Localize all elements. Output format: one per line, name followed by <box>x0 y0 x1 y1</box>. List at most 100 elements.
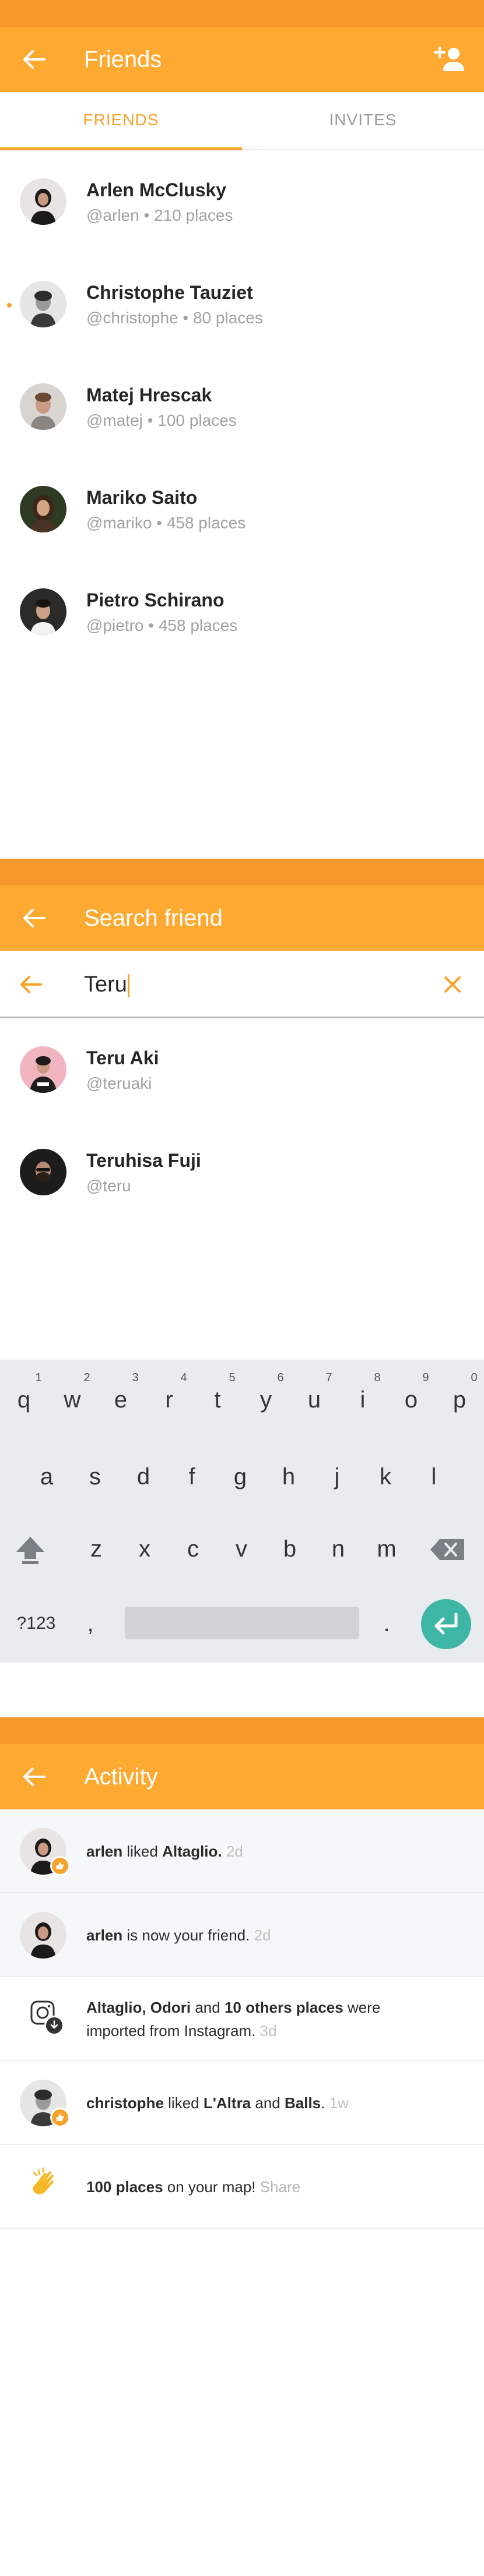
activity-text: Altaglio, Odori and 10 others places wer… <box>86 1999 381 2039</box>
avatar <box>20 1912 66 1959</box>
close-icon[interactable] <box>443 975 462 994</box>
search-bar: Teru <box>0 951 484 1018</box>
key-f[interactable]: f <box>171 1456 212 1497</box>
app-bar: Search friend <box>0 885 484 951</box>
key-j[interactable]: j <box>317 1456 357 1497</box>
key-g[interactable]: g <box>220 1456 261 1497</box>
activity-text: arlen liked Altaglio. 2d <box>86 1843 243 1860</box>
result-handle: @teruaki <box>86 1074 152 1092</box>
like-badge-icon <box>50 2108 70 2127</box>
friend-name: Matej Hrescak <box>86 384 212 405</box>
friend-name: Pietro Schirano <box>86 590 225 611</box>
enter-key[interactable] <box>421 1599 471 1649</box>
key-l[interactable]: l <box>413 1456 454 1497</box>
activity-text: arlen is now your friend. 2d <box>86 1926 271 1944</box>
friend-meta: @arlen • 210 places <box>86 206 233 224</box>
avatar <box>20 588 66 635</box>
key-h[interactable]: h <box>268 1456 309 1497</box>
space-key[interactable] <box>125 1607 359 1639</box>
avatar <box>20 1046 66 1093</box>
key-p[interactable]: p <box>439 1379 480 1420</box>
on-screen-keyboard: 1 2 3 4 5 6 7 8 9 0 q w e r t y u i o p … <box>0 1360 484 1663</box>
shift-icon[interactable] <box>14 1533 47 1566</box>
key-w[interactable]: w <box>52 1379 93 1420</box>
download-badge-icon <box>44 2016 64 2035</box>
friends-screen: Friends FRIENDS INVITES Arlen McClusky @… <box>0 0 484 859</box>
search-screen: Search friend Teru Teru Aki @teruaki Ter… <box>0 859 484 1717</box>
share-link[interactable]: Share <box>260 2178 300 2196</box>
back-arrow-icon[interactable] <box>22 1766 45 1787</box>
page-title: Search friend <box>84 905 223 931</box>
result-handle: @teru <box>86 1177 131 1195</box>
friend-row[interactable]: Christophe Tauziet @christophe • 80 plac… <box>0 253 484 355</box>
friend-name: Arlen McClusky <box>86 179 227 200</box>
key-v[interactable]: v <box>221 1529 262 1569</box>
search-result-row[interactable]: Teru Aki @teruaki <box>0 1018 484 1121</box>
activity-item[interactable]: arlen is now your friend. 2d <box>0 1893 484 1977</box>
back-arrow-icon[interactable] <box>22 49 45 70</box>
app-bar: Friends <box>0 27 484 92</box>
enter-icon <box>434 1612 458 1635</box>
activity-text: 100 places on your map! Share <box>86 2178 301 2196</box>
key-m[interactable]: m <box>366 1529 407 1569</box>
key-x[interactable]: x <box>124 1529 165 1569</box>
text-cursor <box>127 973 129 997</box>
avatar <box>20 383 66 430</box>
friend-name: Christophe Tauziet <box>86 282 253 303</box>
result-name: Teru Aki <box>86 1047 159 1068</box>
avatar <box>20 281 66 327</box>
friend-row[interactable]: Mariko Saito @mariko • 458 places <box>0 458 484 560</box>
page-title: Activity <box>84 1764 158 1790</box>
app-bar: Activity <box>0 1744 484 1809</box>
tab-bar: FRIENDS INVITES <box>0 92 484 150</box>
symbols-key[interactable]: ?123 <box>8 1603 64 1644</box>
key-a[interactable]: a <box>26 1456 67 1497</box>
friend-meta: @pietro • 458 places <box>86 616 238 634</box>
backspace-icon[interactable] <box>429 1538 467 1561</box>
tab-invites[interactable]: INVITES <box>242 92 484 149</box>
key-r[interactable]: r <box>149 1379 190 1420</box>
key-b[interactable]: b <box>269 1529 310 1569</box>
activity-item[interactable]: 100 places on your map! Share <box>0 2145 484 2229</box>
key-z[interactable]: z <box>76 1529 117 1569</box>
friend-name: Mariko Saito <box>86 487 198 508</box>
search-result-row[interactable]: Teruhisa Fuji @teru <box>0 1121 484 1223</box>
active-indicator <box>7 303 12 308</box>
period-key[interactable]: . <box>372 1603 401 1644</box>
friend-row[interactable]: Arlen McClusky @arlen • 210 places <box>0 150 484 253</box>
key-c[interactable]: c <box>173 1529 213 1569</box>
like-badge-icon <box>50 1856 70 1876</box>
activity-item[interactable]: arlen liked Altaglio. 2d <box>0 1809 484 1893</box>
key-i[interactable]: i <box>342 1379 383 1420</box>
key-n[interactable]: n <box>318 1529 359 1569</box>
search-input[interactable]: Teru <box>84 951 129 1018</box>
key-u[interactable]: u <box>294 1379 335 1420</box>
avatar <box>20 486 66 532</box>
friend-meta: @christophe • 80 places <box>86 309 263 327</box>
avatar <box>20 1149 66 1195</box>
friend-meta: @mariko • 458 places <box>86 514 246 532</box>
add-person-icon[interactable] <box>432 44 464 73</box>
key-t[interactable]: t <box>197 1379 238 1420</box>
key-d[interactable]: d <box>123 1456 164 1497</box>
activity-screen: Activity arlen liked Altaglio. 2d arlen … <box>0 1717 484 2576</box>
key-e[interactable]: e <box>100 1379 141 1420</box>
key-y[interactable]: y <box>245 1379 286 1420</box>
tab-friends[interactable]: FRIENDS <box>0 92 242 149</box>
activity-text: christophe liked L'Altra and Balls. 1w <box>86 2094 349 2112</box>
key-k[interactable]: k <box>365 1456 406 1497</box>
back-arrow-icon[interactable] <box>20 975 42 994</box>
friend-row[interactable]: Matej Hrescak @matej • 100 places <box>0 355 484 458</box>
activity-item[interactable]: Altaglio, Odori and 10 others places wer… <box>0 1977 484 2061</box>
key-o[interactable]: o <box>391 1379 432 1420</box>
result-name: Teruhisa Fuji <box>86 1150 201 1171</box>
friend-meta: @matej • 100 places <box>86 411 237 429</box>
comma-key[interactable]: , <box>76 1603 105 1644</box>
back-arrow-icon[interactable] <box>22 908 45 929</box>
activity-item[interactable]: christophe liked L'Altra and Balls. 1w <box>0 2061 484 2145</box>
clapping-hands-icon <box>33 2167 54 2194</box>
friend-row[interactable]: Pietro Schirano @pietro • 458 places <box>0 560 484 663</box>
key-q[interactable]: q <box>3 1379 44 1420</box>
key-s[interactable]: s <box>75 1456 115 1497</box>
status-bar <box>0 859 484 885</box>
